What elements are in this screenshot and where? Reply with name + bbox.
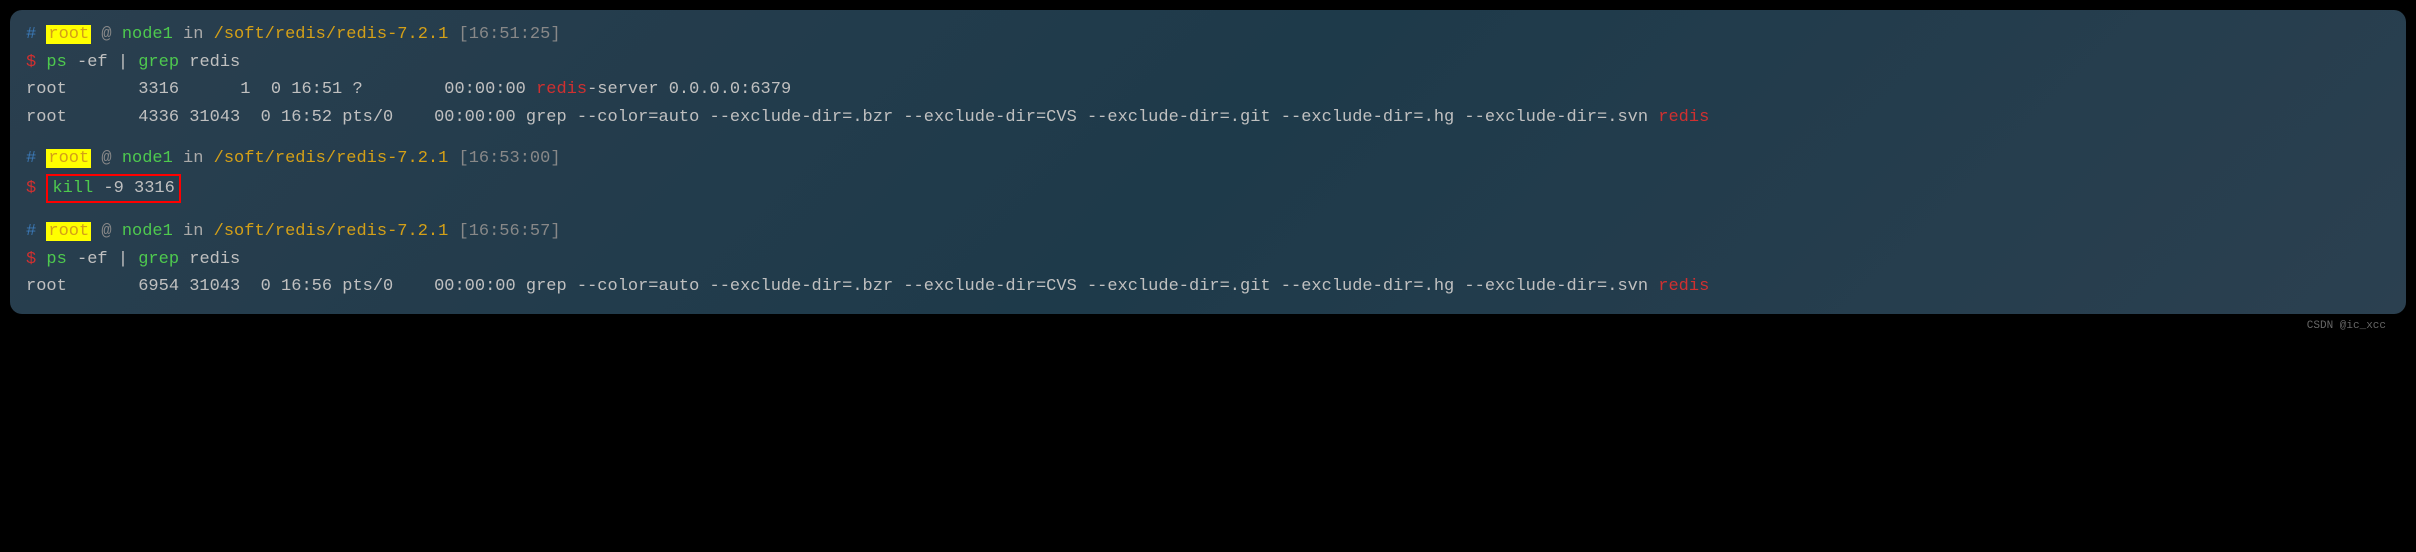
process-row: root 4336 31043 0 16:52 pts/0 00:00:00 g… (26, 108, 1658, 127)
prompt-line-3: # root @ node1 in /soft/redis/redis-7.2.… (26, 219, 2390, 245)
hash-symbol: # (26, 149, 36, 168)
in-text: in (173, 25, 214, 44)
process-row: root 6954 31043 0 16:56 pts/0 00:00:00 g… (26, 277, 1658, 296)
kill-command: kill (52, 179, 93, 198)
at-text: @ (91, 149, 122, 168)
hash-symbol: # (26, 25, 36, 44)
ps-command: ps (46, 250, 66, 269)
hostname: node1 (122, 149, 173, 168)
process-suffix: -server 0.0.0.0:6379 (587, 80, 791, 99)
grep-args: redis (179, 53, 240, 72)
grep-args: redis (179, 250, 240, 269)
blank-line (26, 205, 2390, 219)
hash-symbol: # (26, 222, 36, 241)
redis-match: redis (1658, 277, 1709, 296)
at-text: @ (91, 222, 122, 241)
grep-command: grep (128, 53, 179, 72)
ps-args: -ef (67, 250, 118, 269)
blank-line (26, 132, 2390, 146)
terminal-window[interactable]: # root @ node1 in /soft/redis/redis-7.2.… (10, 10, 2406, 314)
pipe-symbol: | (118, 250, 128, 269)
cwd-path: /soft/redis/redis-7.2.1 (214, 25, 449, 44)
process-row: root 3316 1 0 16:51 ? 00:00:00 (26, 80, 536, 99)
user-root: root (46, 25, 91, 44)
kill-args: -9 3316 (93, 179, 175, 198)
user-root: root (46, 222, 91, 241)
in-text: in (173, 149, 214, 168)
prompt-line-2: # root @ node1 in /soft/redis/redis-7.2.… (26, 146, 2390, 172)
in-text: in (173, 222, 214, 241)
hostname: node1 (122, 25, 173, 44)
command-line-2: $ kill -9 3316 (26, 174, 2390, 204)
ps-args: -ef (67, 53, 118, 72)
timestamp: [16:51:25] (448, 25, 560, 44)
cwd-path: /soft/redis/redis-7.2.1 (214, 222, 449, 241)
hostname: node1 (122, 222, 173, 241)
command-line-1: $ ps -ef | grep redis (26, 50, 2390, 76)
cwd-path: /soft/redis/redis-7.2.1 (214, 149, 449, 168)
output-line-3: root 6954 31043 0 16:56 pts/0 00:00:00 g… (26, 274, 2390, 300)
pipe-symbol: | (118, 53, 128, 72)
redis-match: redis (1658, 108, 1709, 127)
timestamp: [16:53:00] (448, 149, 560, 168)
output-line-1a: root 3316 1 0 16:51 ? 00:00:00 redis-ser… (26, 77, 2390, 103)
redis-match: redis (536, 80, 587, 99)
prompt-line-1: # root @ node1 in /soft/redis/redis-7.2.… (26, 22, 2390, 48)
prompt-dollar: $ (26, 53, 46, 72)
kill-highlight-box: kill -9 3316 (46, 174, 180, 204)
prompt-dollar: $ (26, 179, 46, 198)
output-line-1b: root 4336 31043 0 16:52 pts/0 00:00:00 g… (26, 105, 2390, 131)
ps-command: ps (46, 53, 66, 72)
at-text: @ (91, 25, 122, 44)
timestamp: [16:56:57] (448, 222, 560, 241)
watermark-text: CSDN @ic_xcc (10, 314, 2406, 335)
user-root: root (46, 149, 91, 168)
grep-command: grep (128, 250, 179, 269)
command-line-3: $ ps -ef | grep redis (26, 247, 2390, 273)
prompt-dollar: $ (26, 250, 46, 269)
